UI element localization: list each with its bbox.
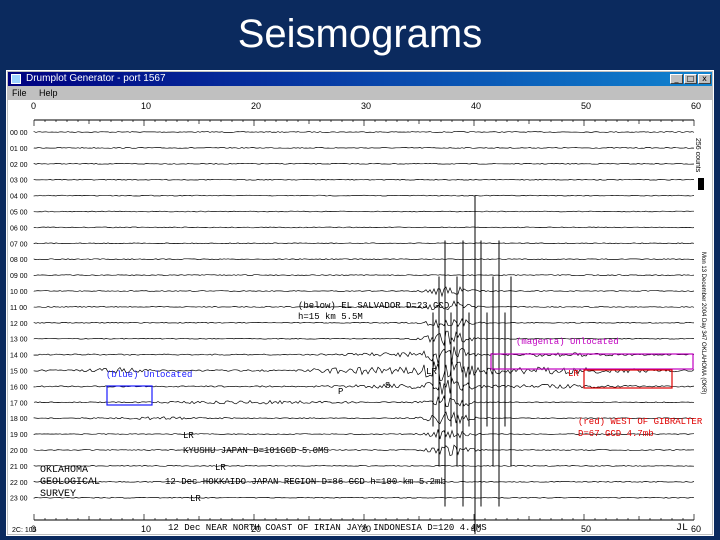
hour-label: 09 00 <box>10 273 28 280</box>
x-tick-label-top: 50 <box>581 101 591 111</box>
x-tick-label-top: 30 <box>361 101 371 111</box>
menu-file[interactable]: File <box>12 88 27 98</box>
annotation-el-salvador: (below) EL SALVADOR D=23 GCD <box>298 301 449 311</box>
hour-label: 06 00 <box>10 225 28 232</box>
annotation-magenta: (magenta) Unlocated <box>516 337 619 347</box>
app-icon <box>11 74 21 84</box>
drumplot-window: Drumplot Generator - port 1567 _ □ x Fil… <box>6 70 714 536</box>
hour-label: 03 00 <box>10 178 28 185</box>
annotation-lr-mid: LR <box>426 367 437 377</box>
x-tick-label-top: 40 <box>471 101 481 111</box>
annotation-red-event: (red) WEST OF GIBRALTER <box>578 417 703 427</box>
seismic-trace <box>33 274 695 276</box>
hour-label: 11 00 <box>10 305 27 312</box>
hour-label: 15 00 <box>10 369 28 376</box>
seismic-trace <box>33 444 694 457</box>
hour-label: 21 00 <box>10 464 28 471</box>
hour-label: 08 00 <box>10 257 28 264</box>
seismic-trace <box>33 131 695 133</box>
seismogram-svg: 0010102020303040405050606000 0001 0002 0… <box>10 101 706 534</box>
hour-label: 18 00 <box>10 416 28 423</box>
seismic-trace <box>33 286 695 298</box>
ogs-line-1: OKLAHOMA <box>40 465 88 476</box>
hour-label: 10 00 <box>10 289 28 296</box>
close-button[interactable]: x <box>698 74 711 84</box>
annotation-irian: 12 Dec NEAR NORTH COAST OF IRIAN JAYA IN… <box>168 523 487 533</box>
hour-label: 02 00 <box>10 162 28 169</box>
annotation-red-event-mag: D=67 GCD 4.7mb <box>578 429 654 439</box>
seismic-trace <box>33 178 694 181</box>
x-tick-label-top: 60 <box>691 101 701 111</box>
seismic-trace <box>33 210 694 213</box>
hour-label: 12 00 <box>10 321 28 328</box>
minimize-button[interactable]: _ <box>670 74 683 84</box>
initials: JL <box>676 523 688 534</box>
seismic-trace <box>33 194 695 197</box>
ogs-line-2: GEOLOGICAL <box>40 477 100 488</box>
seismic-trace <box>33 147 695 149</box>
hour-label: 23 00 <box>10 496 28 503</box>
ogs-line-3: SURVEY <box>40 489 76 500</box>
x-tick-label-bottom: 50 <box>581 524 591 534</box>
x-tick-label-top: 20 <box>251 101 261 111</box>
hour-label: 19 00 <box>10 432 28 439</box>
annotation-p-phase: P <box>338 387 343 397</box>
side-label-counts: 256 counts <box>694 138 701 173</box>
seismic-trace <box>33 346 695 364</box>
x-tick-label-bottom: 60 <box>691 524 701 534</box>
annotation-lr-irian: LR <box>190 494 201 504</box>
magenta-box <box>490 353 694 370</box>
hour-label: 04 00 <box>10 194 28 201</box>
maximize-button[interactable]: □ <box>684 74 697 84</box>
status-text: 2C: 105 <box>12 527 37 534</box>
x-tick-label-top: 0 <box>31 101 36 111</box>
seismogram-plot: 0 0 10 10 20 20 30 30 40 40 50 50 60 60 00 00 01 00 02 0… <box>8 100 712 534</box>
hour-label: 20 00 <box>10 448 28 455</box>
annotation-el-salvador-depth: h=15 km 5.5M <box>298 312 363 322</box>
annotation-blue: (blue) Unlocated <box>106 370 192 380</box>
window-title: Drumplot Generator - port 1567 <box>26 73 166 84</box>
window-titlebar[interactable]: Drumplot Generator - port 1567 _ □ x <box>8 72 712 86</box>
hour-label: 14 00 <box>10 353 28 360</box>
hour-label: 07 00 <box>10 241 28 248</box>
seismic-trace <box>33 226 695 229</box>
hour-label: 00 00 <box>10 130 28 137</box>
annotation-hokkaido: 12 Dec HOKKAIDO JAPAN REGION D=86 GCD h=… <box>165 477 446 487</box>
slide-title: Seismograms <box>237 12 483 56</box>
menu-help[interactable]: Help <box>39 88 58 98</box>
annotation-kyushu: KYUSHU JAPAN D=101GCD 5.0MS <box>183 446 329 456</box>
x-tick-label-top: 10 <box>141 101 151 111</box>
side-label-date: Mon 13 December 2004 Day 347 OKLAHOMA (O… <box>700 252 706 394</box>
menubar: File Help <box>8 87 712 99</box>
seismic-trace <box>33 317 695 329</box>
side-marker <box>698 178 704 190</box>
seismic-trace <box>33 242 695 245</box>
annotation-lr-red: LR <box>568 369 579 379</box>
hour-label: 16 00 <box>10 384 28 391</box>
annotation-lr-kyushu: LR <box>183 431 194 441</box>
hour-label: 17 00 <box>10 400 28 407</box>
seismic-trace <box>33 465 695 467</box>
seismic-trace <box>33 163 695 165</box>
annotation-lr-hokkaido: LR <box>215 463 226 473</box>
seismic-trace <box>33 258 694 260</box>
x-tick-label-bottom: 10 <box>141 524 151 534</box>
annotation-s-phase: S <box>385 381 390 391</box>
hour-label: 22 00 <box>10 480 28 487</box>
hour-label: 05 00 <box>10 210 28 217</box>
hour-label: 13 00 <box>10 337 28 344</box>
seismic-trace <box>33 496 695 499</box>
hour-label: 01 00 <box>10 146 28 153</box>
